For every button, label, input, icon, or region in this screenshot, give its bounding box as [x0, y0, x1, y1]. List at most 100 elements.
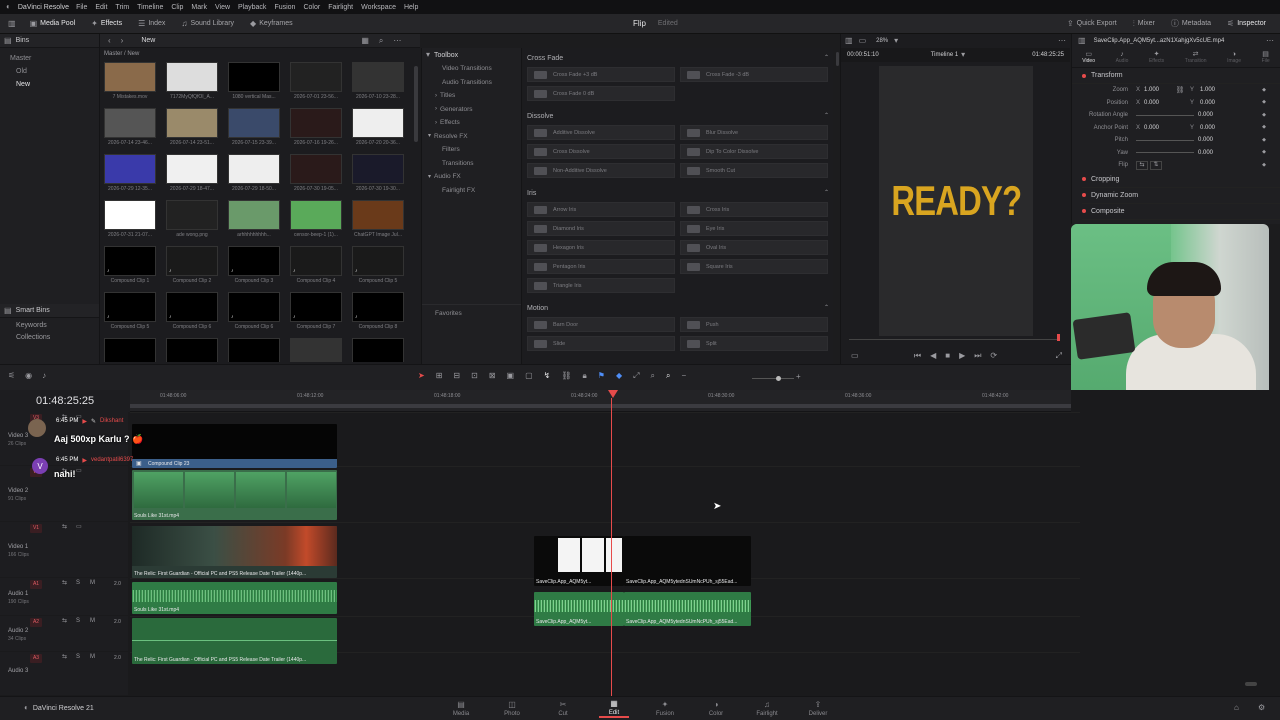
page-tab-cut[interactable]: ✂ Cut [548, 701, 578, 718]
mute-icon[interactable]: M [90, 580, 95, 586]
page-tab-photo[interactable]: ◫ Photo [497, 701, 527, 718]
home-icon[interactable]: ⌂ [1234, 704, 1239, 712]
inspector-tab-video[interactable]: ▭ Video [1082, 51, 1095, 64]
reset-icon[interactable]: ◆ [1262, 150, 1266, 155]
track-id-badge[interactable]: A1 [30, 580, 42, 589]
section-enabled-dot[interactable] [1082, 209, 1086, 213]
page-tab-color[interactable]: ◑ Color [701, 701, 731, 718]
effect-cross-fade-3-db[interactable]: Cross Fade -3 dB [680, 67, 828, 82]
menu-item-clip[interactable]: Clip [171, 4, 183, 11]
replace-clip-icon[interactable]: ▢ [525, 372, 533, 380]
toolbar-mixer-button[interactable]: ⫶ Mixer [1125, 14, 1163, 34]
page-tab-deliver[interactable]: ⇪ Deliver [803, 701, 833, 718]
media-clip-thumbnail[interactable]: 2026-07-16 19-26... [290, 108, 342, 149]
media-clip-thumbnail[interactable]: ChatGPT Image Jul... [352, 200, 404, 241]
value-field[interactable]: 0.000 [1198, 150, 1230, 156]
zoom-slider-handle[interactable] [776, 376, 781, 381]
menu-item-trim[interactable]: Trim [115, 4, 129, 11]
stop-icon[interactable]: ■ [945, 352, 950, 360]
effect-cross-fade-3-db[interactable]: Cross Fade +3 dB [527, 67, 675, 82]
audio-meter-icon[interactable]: ◉ [25, 372, 32, 380]
media-clip-thumbnail[interactable]: ♪ Compound Clip 3 [228, 246, 280, 287]
grid-view-icon[interactable]: ▦ [361, 36, 369, 45]
toolbar-metadata-button[interactable]: ⓘ Metadata [1163, 14, 1219, 34]
track-id-badge[interactable]: A3 [30, 654, 42, 663]
link-icon[interactable]: ⛓ [1170, 87, 1190, 94]
loop-icon[interactable]: ⟳ [990, 352, 997, 360]
menu-item-playback[interactable]: Playback [238, 4, 266, 11]
forward-icon[interactable]: › [121, 36, 124, 45]
fullscreen-icon[interactable]: ⤢ [1056, 352, 1062, 360]
effect-blur-dissolve[interactable]: Blur Dissolve [680, 125, 828, 140]
media-clip-thumbnail[interactable]: 2026-07-15 23-39... [228, 108, 280, 149]
timeline-ruler[interactable]: 01:48:06:00 01:48:12:00 01:48:18:00 01:48:2… [130, 390, 1071, 412]
playhead-marker[interactable] [608, 390, 618, 398]
more-options-icon[interactable]: ⋯ [393, 36, 401, 45]
playhead-line[interactable] [611, 398, 612, 696]
toolbox-item-audio-fx[interactable]: ▾ Audio FX [422, 170, 521, 184]
effect-cross-fade-0-db[interactable]: Cross Fade 0 dB [527, 86, 675, 101]
reset-icon[interactable]: ◆ [1262, 112, 1266, 118]
media-clip-thumbnail[interactable] [352, 338, 404, 362]
clip-v1-relic-trailer[interactable]: The Relic: First Guardian - Official PC … [132, 526, 337, 578]
media-clip-thumbnail[interactable]: 2026-07-31 21-07... [104, 200, 156, 241]
effect-split[interactable]: Split [680, 336, 828, 351]
track-header-a3[interactable]: Audio 3 A3 ⇆ S M 2.0 [0, 652, 128, 696]
media-clip-thumbnail[interactable]: 2026-07-30 19-05... [290, 154, 342, 195]
media-clip-thumbnail[interactable]: censor-beep-1 (1)... [290, 200, 342, 241]
value-field-x[interactable]: 0.000 [1144, 125, 1170, 131]
value-field[interactable]: 0.000 [1198, 137, 1230, 143]
toolbox-item-transitions[interactable]: Transitions [422, 157, 521, 171]
media-clip-thumbnail[interactable]: 2026-07-14 23-46... [104, 108, 156, 149]
toolbox-item-titles[interactable]: › Titles [422, 89, 521, 103]
lock-icon[interactable]: 🔒︎ [583, 372, 587, 380]
viewer-mode-icon[interactable]: ▭ [859, 37, 867, 45]
menu-item-timeline[interactable]: Timeline [137, 4, 163, 11]
menu-item-mark[interactable]: Mark [191, 4, 207, 11]
value-field-y[interactable]: 0.000 [1200, 100, 1226, 106]
page-tab-fairlight[interactable]: ♫ Fairlight [752, 701, 782, 718]
media-clip-thumbnail[interactable]: ♪ Compound Clip 6 [228, 292, 280, 333]
marker-icon[interactable]: ◆ [616, 372, 622, 380]
effects-group-iris[interactable]: Iris ⌃ [527, 186, 829, 200]
favorites-label[interactable]: Favorites [422, 304, 521, 317]
media-clip-thumbnail[interactable]: arhhhhhhhhh... [228, 200, 280, 241]
zoom-slider[interactable] [752, 376, 794, 381]
media-clip-thumbnail[interactable]: 2026-07-14 23-51... [166, 108, 218, 149]
viewer-frame[interactable]: READY? [879, 66, 1033, 336]
effect-dip-to-color-dissolve[interactable]: Dip To Color Dissolve [680, 144, 828, 159]
toolbox-item-generators[interactable]: › Generators [422, 103, 521, 117]
section-enabled-dot[interactable] [1082, 193, 1086, 197]
clip-a2-relic-trailer[interactable]: The Relic: First Guardian - Official PC … [132, 618, 337, 664]
timeline-scrollbar[interactable] [1245, 682, 1257, 686]
media-clip-thumbnail[interactable]: ♪ Compound Clip 4 [290, 246, 342, 287]
inspector-layout-icon[interactable]: ▥ [1078, 37, 1086, 45]
clip-saveclip-2[interactable]: SaveClip.App_AQM5ytednSUmNcPUh_sj55Ead..… [624, 536, 751, 586]
timeline-name[interactable]: Timeline 1 [931, 52, 958, 58]
panel-layout-icon[interactable]: ▥ [8, 19, 16, 28]
effect-additive-dissolve[interactable]: Additive Dissolve [527, 125, 675, 140]
settings-icon[interactable]: ⚙ [1258, 704, 1265, 712]
menu-item-fusion[interactable]: Fusion [274, 4, 295, 11]
voiceover-icon[interactable]: ♪ [42, 372, 46, 380]
viewer-options-icon[interactable]: ⋯ [1058, 37, 1066, 45]
media-clip-thumbnail[interactable]: 2026-07-29 18-47... [166, 154, 218, 195]
value-field-x[interactable]: 1.000 [1144, 87, 1170, 93]
effect-barn-door[interactable]: Barn Door [527, 317, 675, 332]
smart-bins-toggle-icon[interactable]: ▤ [4, 306, 12, 315]
more-options-icon[interactable]: ⋯ [1266, 37, 1274, 45]
scrubber-playhead[interactable] [1057, 334, 1060, 341]
menu-item-color[interactable]: Color [303, 4, 320, 11]
media-clip-thumbnail[interactable]: 2026-07-10 23-28... [352, 62, 404, 103]
effect-eye-iris[interactable]: Eye Iris [680, 221, 828, 236]
value-field[interactable]: 0.000 [1198, 112, 1230, 118]
toolbox-item-fairlight-fx[interactable]: Fairlight FX [422, 184, 521, 198]
section-enabled-dot[interactable] [1082, 177, 1086, 181]
timeline-timecode[interactable]: 01:48:25:25 [0, 390, 130, 412]
media-clip-thumbnail[interactable] [104, 338, 156, 362]
effect-push[interactable]: Push [680, 317, 828, 332]
lock-track-icon[interactable]: ⇆ [62, 580, 67, 586]
zoom-level[interactable]: 28% [876, 38, 888, 44]
effect-slide[interactable]: Slide [527, 336, 675, 351]
search-icon[interactable]: ⌕ [379, 36, 383, 45]
